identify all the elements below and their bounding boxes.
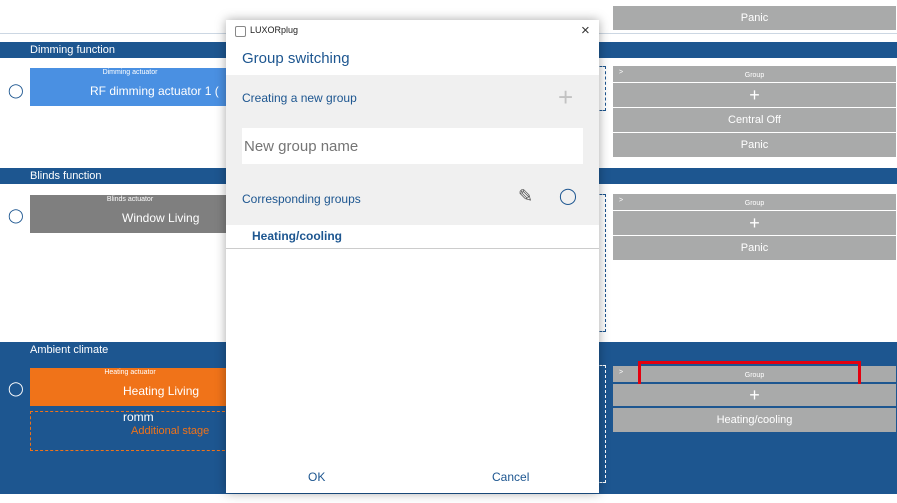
- group-label: Group: [744, 72, 765, 79]
- dialog-title: Group switching: [242, 50, 350, 67]
- dimming-add-group-button[interactable]: +: [613, 83, 896, 107]
- additional-stage-button[interactable]: Additional stage: [30, 411, 230, 451]
- delete-blinds-trash-icon[interactable]: ◯: [8, 207, 24, 224]
- actuator-name: Window Living Room: [122, 211, 200, 251]
- actuator-type-label: Heating actuator: [104, 369, 156, 376]
- add-group-button[interactable]: +: [558, 82, 573, 113]
- heating-actuator[interactable]: Heating actuator Heating Living romm: [30, 368, 230, 424]
- expand-arrow-icon[interactable]: >: [619, 68, 623, 78]
- delete-ambient-trash-icon[interactable]: ◯: [8, 380, 24, 397]
- dimming-group-central-off[interactable]: Central Off: [613, 108, 896, 132]
- actuator-type-label: Dimming actuator: [102, 69, 158, 76]
- creating-group-label: Creating a new group: [242, 91, 357, 105]
- actuator-name: RF dimming actuator 1 (: [90, 84, 219, 98]
- blinds-group-header[interactable]: > Group: [613, 194, 896, 210]
- dimming-actuator[interactable]: Dimming actuator RF dimming actuator 1 (: [30, 68, 230, 106]
- blinds-actuator[interactable]: Blinds actuator Window Living Room: [30, 195, 230, 251]
- ambient-group-heating-cooling[interactable]: Heating/cooling: [613, 408, 896, 432]
- expand-arrow-icon[interactable]: >: [619, 368, 623, 378]
- expand-arrow-icon[interactable]: >: [619, 196, 623, 206]
- group-switching-dialog: LUXORplug × Group switching Creating a n…: [226, 20, 599, 493]
- dimming-group-header[interactable]: > Group: [613, 66, 896, 82]
- divider: [0, 494, 897, 503]
- app-icon: [235, 26, 246, 37]
- blinds-add-group-button[interactable]: +: [613, 211, 896, 235]
- top-panic-button[interactable]: Panic: [613, 6, 896, 30]
- close-icon[interactable]: ×: [581, 22, 590, 39]
- corresponding-groups-label: Corresponding groups: [242, 192, 361, 206]
- app-title: LUXORplug: [250, 25, 299, 35]
- list-item[interactable]: Heating/cooling: [252, 229, 342, 243]
- actuator-type-label: Blinds actuator: [106, 196, 154, 203]
- new-group-name-input[interactable]: [242, 128, 583, 164]
- ambient-add-group-button[interactable]: +: [613, 384, 896, 406]
- group-label: Group: [744, 200, 765, 207]
- delete-group-trash-icon[interactable]: ◯: [559, 186, 577, 206]
- blinds-group-panic[interactable]: Panic: [613, 236, 896, 260]
- cancel-button[interactable]: Cancel: [492, 470, 529, 484]
- pencil-edit-icon[interactable]: ✎: [518, 186, 533, 207]
- dimming-group-panic[interactable]: Panic: [613, 133, 896, 157]
- ok-button[interactable]: OK: [308, 470, 325, 484]
- delete-dimming-trash-icon[interactable]: ◯: [8, 82, 24, 99]
